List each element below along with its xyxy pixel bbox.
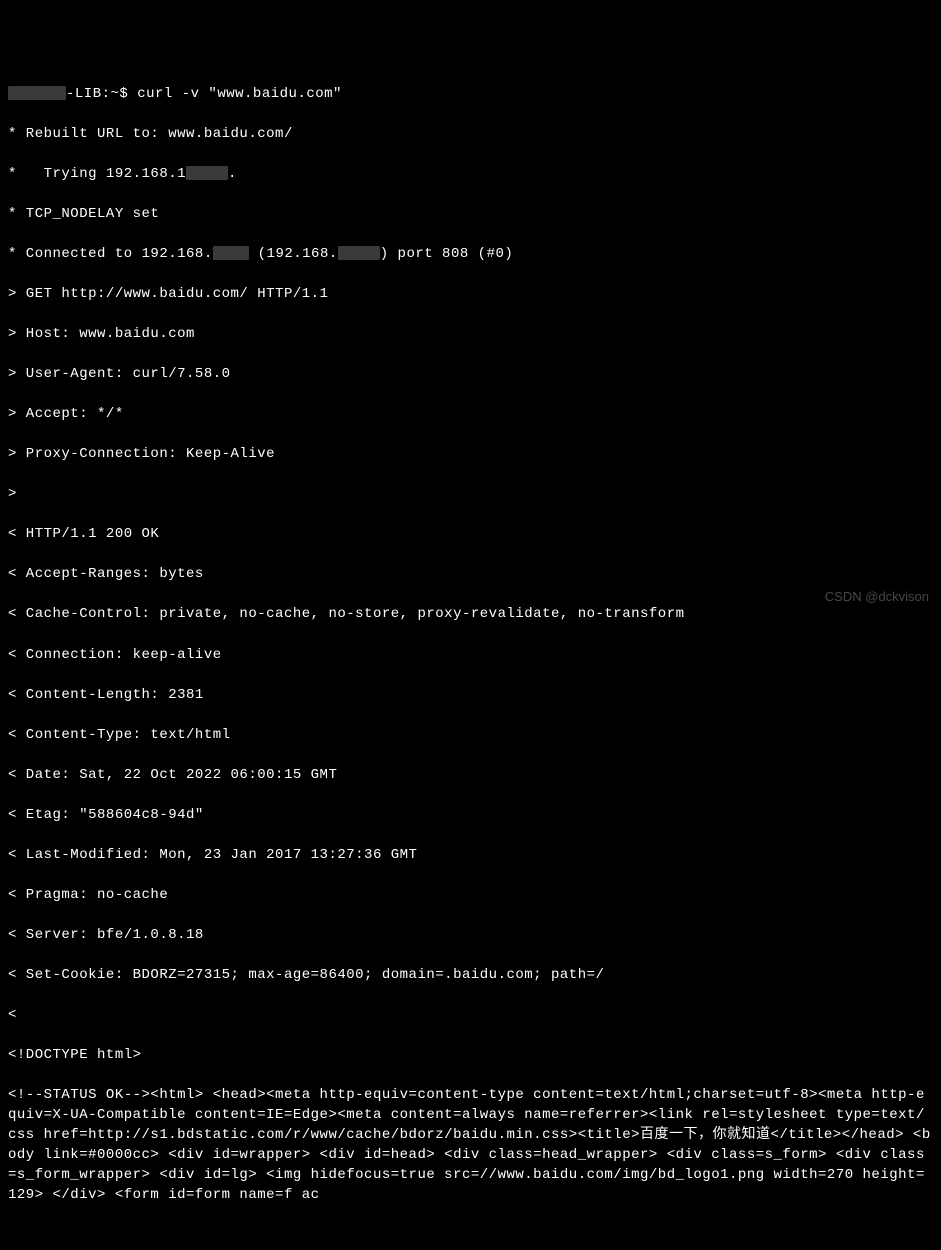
response-end: <: [8, 1005, 933, 1025]
request-accept: > Accept: */*: [8, 404, 933, 424]
redacted-ip: [213, 246, 249, 260]
verbose-nodelay: * TCP_NODELAY set: [8, 204, 933, 224]
body-content: <!--STATUS OK--><html> <head><meta http-…: [8, 1085, 933, 1205]
prompt-suffix: -LIB:~$: [66, 86, 137, 102]
request-proxy-connection: > Proxy-Connection: Keep-Alive: [8, 444, 933, 464]
response-server: < Server: bfe/1.0.8.18: [8, 925, 933, 945]
request-user-agent: > User-Agent: curl/7.58.0: [8, 364, 933, 384]
redacted-ip: [338, 246, 380, 260]
verbose-rebuilt: * Rebuilt URL to: www.baidu.com/: [8, 124, 933, 144]
redacted-ip: [186, 166, 228, 180]
request-get: > GET http://www.baidu.com/ HTTP/1.1: [8, 284, 933, 304]
request-end: >: [8, 484, 933, 504]
response-status: < HTTP/1.1 200 OK: [8, 524, 933, 544]
response-accept-ranges: < Accept-Ranges: bytes: [8, 564, 933, 584]
redacted-hostname: [8, 86, 66, 100]
prompt-line: -LIB:~$ curl -v "www.baidu.com": [8, 84, 933, 104]
response-content-length: < Content-Length: 2381: [8, 685, 933, 705]
watermark: CSDN @dckvison: [825, 588, 929, 607]
response-pragma: < Pragma: no-cache: [8, 885, 933, 905]
verbose-trying: * Trying 192.168.1.: [8, 164, 933, 184]
request-host: > Host: www.baidu.com: [8, 324, 933, 344]
verbose-connected: * Connected to 192.168. (192.168.) port …: [8, 244, 933, 264]
response-date: < Date: Sat, 22 Oct 2022 06:00:15 GMT: [8, 765, 933, 785]
response-etag: < Etag: "588604c8-94d": [8, 805, 933, 825]
response-content-type: < Content-Type: text/html: [8, 725, 933, 745]
terminal-output[interactable]: -LIB:~$ curl -v "www.baidu.com" * Rebuil…: [8, 84, 933, 1205]
response-set-cookie: < Set-Cookie: BDORZ=27315; max-age=86400…: [8, 965, 933, 985]
response-connection: < Connection: keep-alive: [8, 645, 933, 665]
response-cache-control: < Cache-Control: private, no-cache, no-s…: [8, 604, 933, 624]
body-doctype: <!DOCTYPE html>: [8, 1045, 933, 1065]
response-last-modified: < Last-Modified: Mon, 23 Jan 2017 13:27:…: [8, 845, 933, 865]
command-text: curl -v "www.baidu.com": [137, 86, 342, 102]
